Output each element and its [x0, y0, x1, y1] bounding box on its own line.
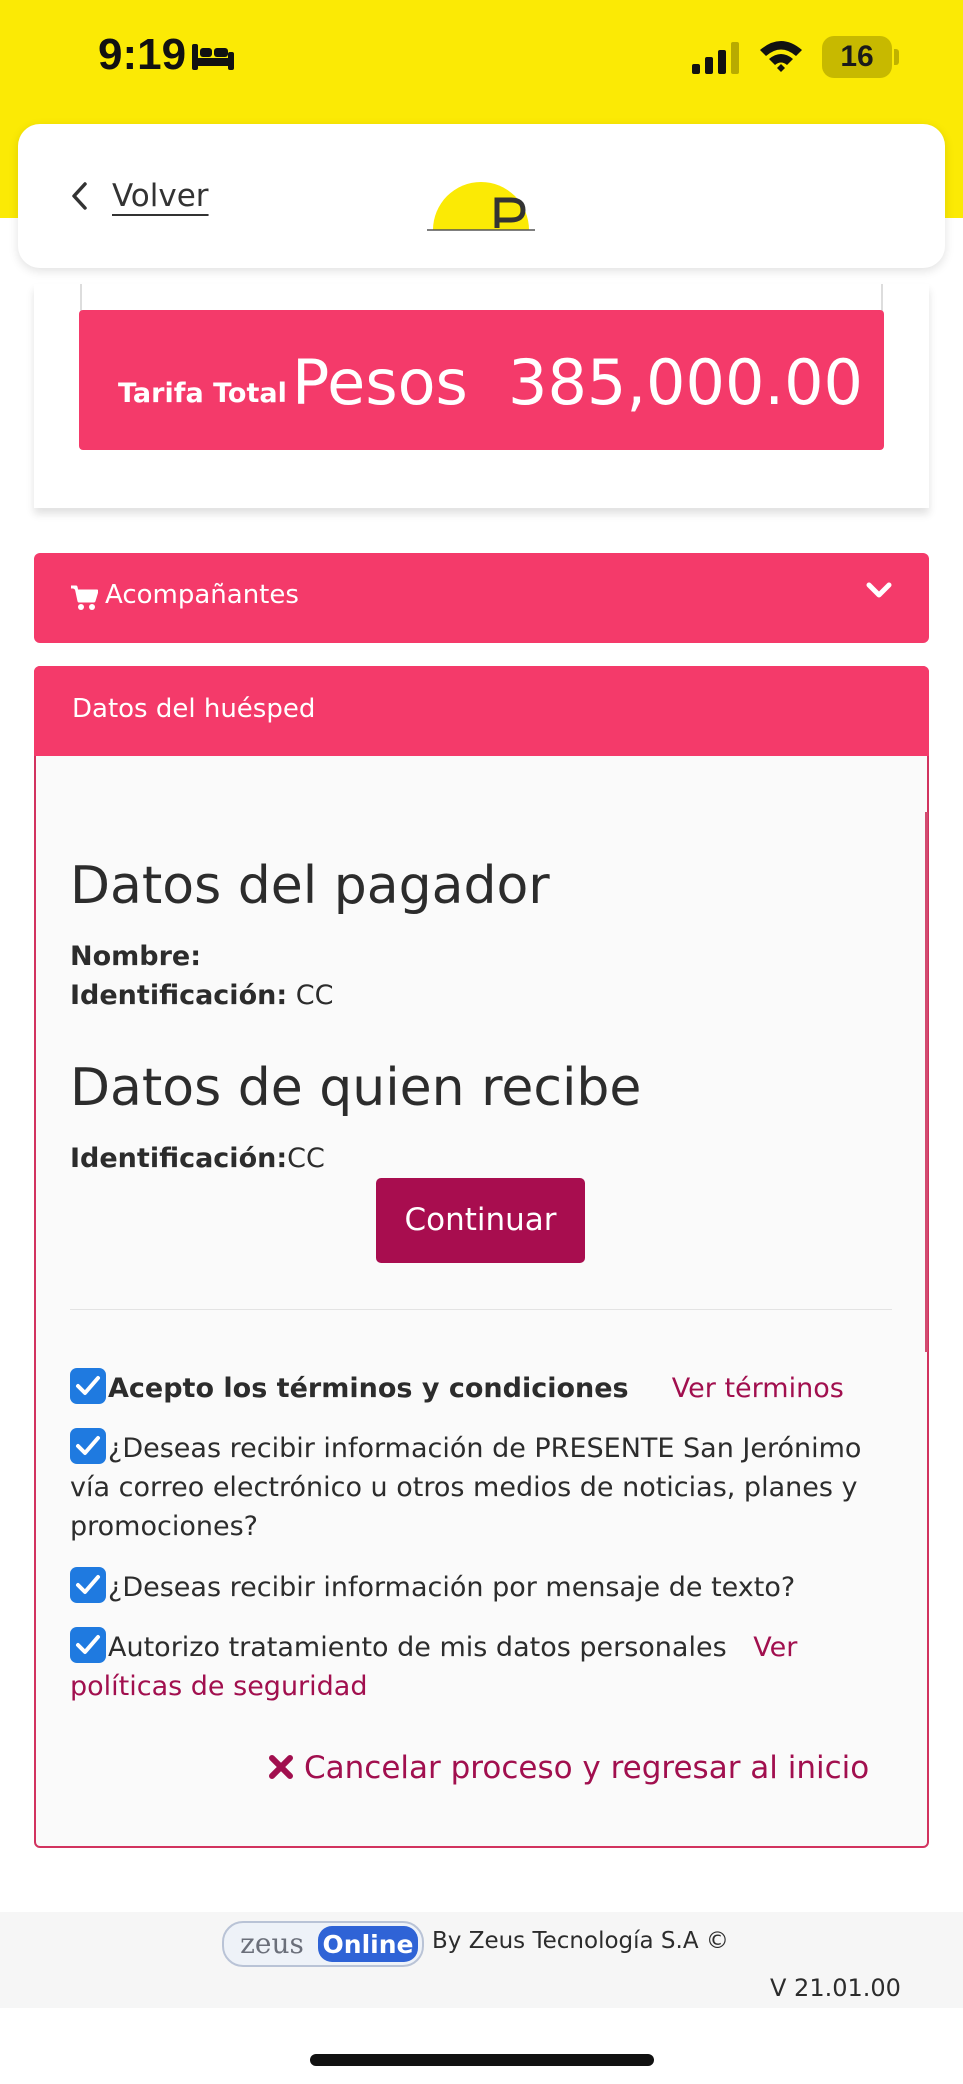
tarifa-label: Tarifa Total	[118, 378, 287, 409]
sms-checkbox[interactable]	[70, 1567, 106, 1603]
data-checkbox[interactable]	[70, 1627, 106, 1663]
sms-consent-row: ¿Deseas recibir información por mensaje …	[70, 1567, 900, 1607]
wifi-icon	[760, 41, 802, 72]
receiver-title: Datos de quien recibe	[70, 1058, 642, 1118]
payer-name-field: Nombre:	[70, 941, 201, 972]
brand-logo	[427, 182, 535, 231]
divider	[70, 1309, 892, 1310]
checkmark-icon	[76, 1635, 100, 1654]
close-icon	[269, 1755, 293, 1779]
email-consent-row: ¿Deseas recibir información de PRESENTE …	[70, 1428, 900, 1546]
panel-scrollbar[interactable]	[925, 812, 928, 1352]
payer-id-label: Identificación:	[70, 980, 288, 1011]
payer-id-value: CC	[287, 980, 334, 1011]
continue-button[interactable]: Continuar	[376, 1178, 585, 1263]
payer-title: Datos del pagador	[70, 856, 550, 916]
online-logo-word: Online	[323, 1930, 414, 1959]
guest-header-label: Datos del huésped	[72, 694, 316, 724]
cart-icon	[71, 585, 98, 610]
checkmark-icon	[76, 1376, 100, 1395]
email-checkbox[interactable]	[70, 1428, 106, 1464]
battery-indicator: 16	[822, 36, 892, 78]
tarifa-amount: 385,000.00	[508, 346, 863, 419]
acompanantes-label: Acompañantes	[105, 580, 299, 610]
terms-link[interactable]: Ver términos	[672, 1373, 844, 1404]
terms-consent-row: Acepto los términos y condiciones Ver té…	[70, 1368, 900, 1408]
checkmark-icon	[76, 1436, 100, 1455]
payer-name-label: Nombre:	[70, 941, 202, 972]
data-consent-label: Autorizo tratamiento de mis datos person…	[108, 1632, 727, 1663]
signal-icon	[692, 42, 739, 74]
home-indicator[interactable]	[310, 2054, 654, 2066]
data-consent-row: Autorizo tratamiento de mis datos person…	[70, 1627, 900, 1706]
bed-icon	[192, 44, 234, 70]
footer-credit: By Zeus Tecnología S.A ©	[432, 1928, 729, 1954]
cancel-label: Cancelar proceso y regresar al inicio	[304, 1750, 870, 1786]
checkmark-icon	[76, 1575, 100, 1594]
sms-consent-label: ¿Deseas recibir información por mensaje …	[108, 1572, 796, 1603]
chevron-down-icon[interactable]	[866, 582, 892, 600]
receiver-id-label: Identificación:	[70, 1143, 288, 1174]
zeus-online-logo: zeus Online	[222, 1921, 424, 1967]
receiver-id-value: CC	[287, 1143, 325, 1174]
version-label: V 21.01.00	[770, 1974, 901, 2002]
chevron-left-icon	[72, 182, 87, 210]
terms-label: Acepto los términos y condiciones	[108, 1373, 629, 1404]
email-consent-label: ¿Deseas recibir información de PRESENTE …	[70, 1433, 862, 1542]
terms-checkbox[interactable]	[70, 1368, 106, 1404]
zeus-logo-word: zeus	[240, 1927, 304, 1960]
payer-id-field: Identificación: CC	[70, 980, 333, 1011]
back-label: Volver	[112, 178, 209, 214]
cancel-process-link[interactable]: Cancelar proceso y regresar al inicio	[268, 1750, 869, 1786]
summary-inner-border	[80, 284, 883, 312]
back-button[interactable]: Volver	[70, 172, 209, 220]
battery-tip	[894, 49, 899, 65]
status-time: 9:19	[98, 30, 187, 79]
tarifa-currency: Pesos	[292, 346, 468, 419]
receiver-id-field: Identificación:CC	[70, 1143, 325, 1174]
